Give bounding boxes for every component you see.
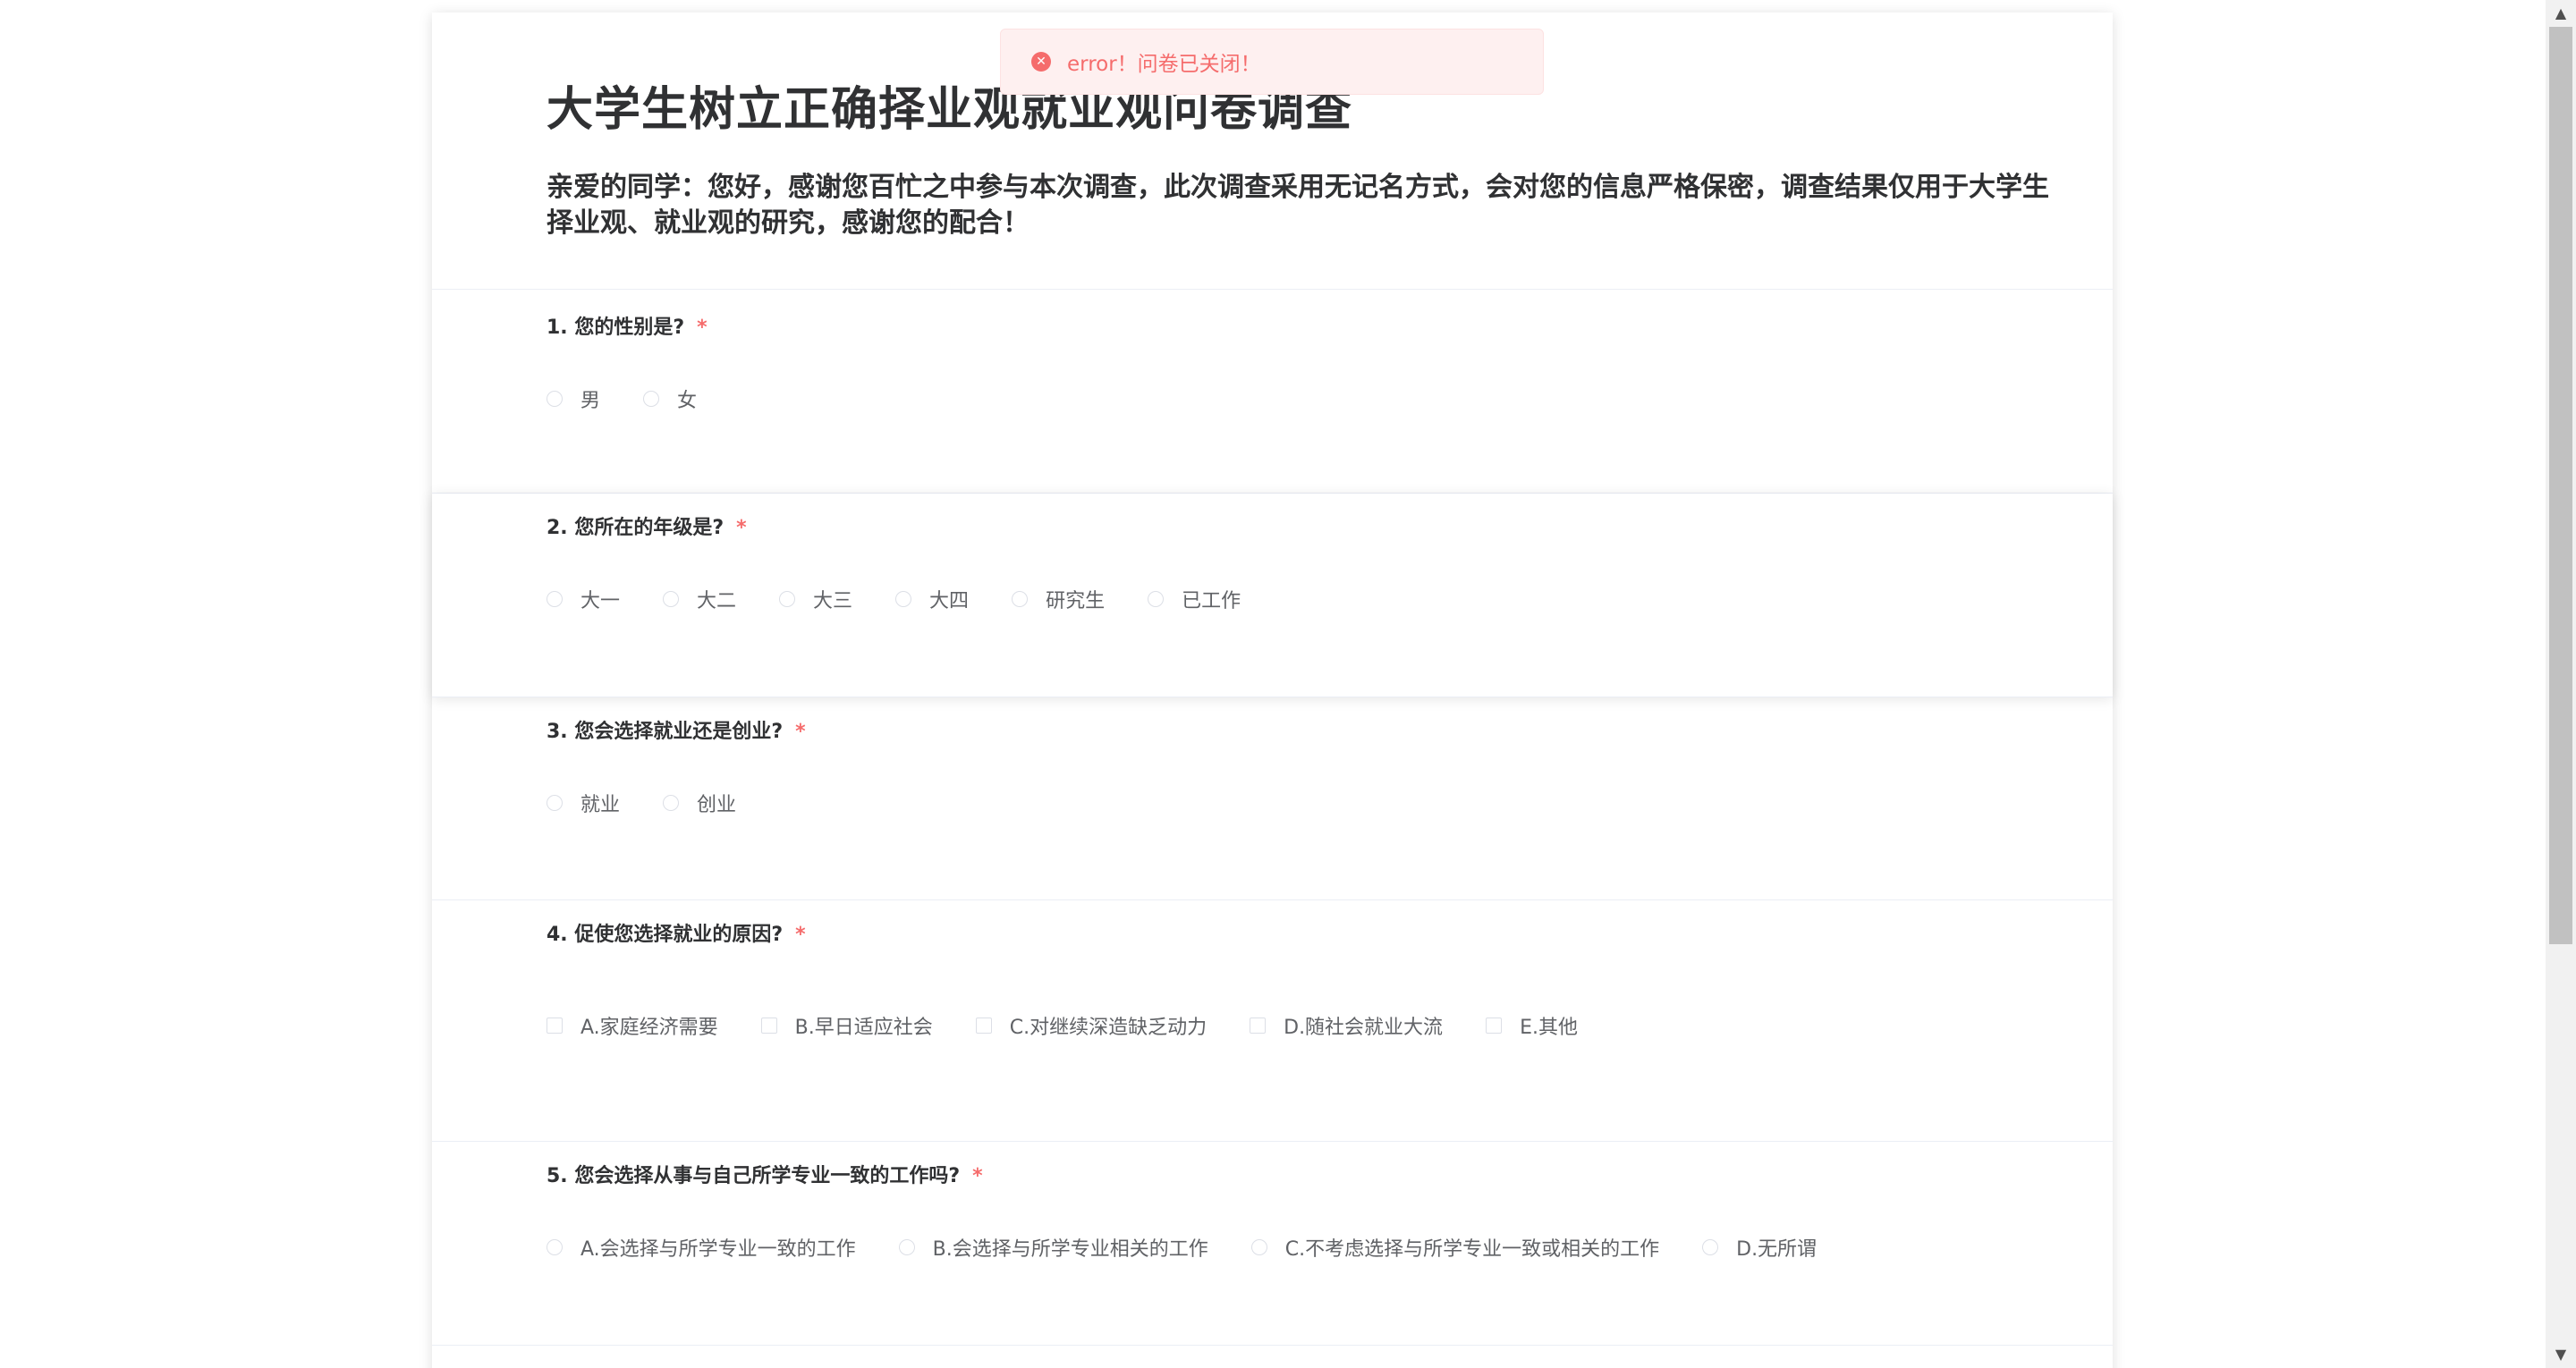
radio-button[interactable]	[663, 591, 680, 607]
survey-description: 亲爱的同学：您好，感谢您百忙之中参与本次调查，此次调查采用无记名方式，会对您的信…	[547, 172, 2049, 239]
radio-button[interactable]	[1250, 1239, 1267, 1255]
option-reason-d[interactable]: D.随社会就业大流	[1250, 1011, 1443, 1040]
option-major-b[interactable]: B.会选择与所学专业相关的工作	[898, 1233, 1208, 1262]
scrollbar-thumb[interactable]	[2549, 27, 2572, 944]
option-employed[interactable]: 已工作	[1148, 585, 1241, 613]
radio-button[interactable]	[547, 795, 563, 811]
checkbox[interactable]	[1250, 1018, 1267, 1034]
option-major-d[interactable]: D.无所谓	[1702, 1233, 1817, 1262]
required-mark: *	[736, 517, 747, 539]
option-reason-c[interactable]: C.对继续深造缺乏动力	[975, 1011, 1207, 1040]
radio-button[interactable]	[779, 591, 796, 607]
checkbox[interactable]	[975, 1018, 992, 1034]
option-employment[interactable]: 就业	[547, 789, 620, 817]
question-title: 4. 促使您选择就业的原因? *	[547, 924, 806, 946]
checkbox[interactable]	[1486, 1018, 1503, 1034]
option-female[interactable]: 女	[643, 384, 697, 413]
option-reason-e[interactable]: E.其他	[1486, 1011, 1578, 1040]
question-title: 2. 您所在的年级是? *	[547, 517, 747, 539]
radio-button[interactable]	[898, 1239, 915, 1255]
radio-button[interactable]	[1148, 591, 1165, 607]
question-title: 5. 您会选择从事与自己所学专业一致的工作吗? *	[547, 1165, 983, 1187]
question-title: 1. 您的性别是? *	[547, 317, 708, 339]
option-group: A.会选择与所学专业一致的工作 B.会选择与所学专业相关的工作 C.不考虑选择与…	[547, 1233, 1860, 1262]
radio-button[interactable]	[547, 391, 563, 407]
required-mark: *	[972, 1165, 983, 1187]
option-major-a[interactable]: A.会选择与所学专业一致的工作	[547, 1233, 856, 1262]
question-2: 2. 您所在的年级是? * 大一 大二 大三 大四 研究生 已工作	[432, 494, 2113, 697]
radio-button[interactable]	[547, 591, 563, 607]
radio-button[interactable]	[663, 795, 680, 811]
page: 大学生树立正确择业观就业观问卷调查 亲爱的同学：您好，感谢您百忙之中参与本次调查…	[0, 0, 2576, 1368]
option-grade-3[interactable]: 大三	[779, 585, 852, 613]
option-group: 大一 大二 大三 大四 研究生 已工作	[547, 585, 1284, 613]
checkbox[interactable]	[547, 1018, 563, 1034]
radio-button[interactable]	[895, 591, 912, 607]
option-reason-a[interactable]: A.家庭经济需要	[547, 1011, 718, 1040]
question-3: 3. 您会选择就业还是创业? * 就业 创业	[432, 697, 2113, 900]
error-toast: ✕ error！问卷已关闭！	[1000, 29, 1544, 95]
required-mark: *	[697, 317, 708, 339]
radio-button[interactable]	[643, 391, 660, 407]
error-circle-icon: ✕	[1031, 52, 1051, 72]
vertical-scrollbar[interactable]: ▲ ▼	[2546, 0, 2576, 1368]
question-4: 4. 促使您选择就业的原因? * A.家庭经济需要 B.早日适应社会 C.对继续深…	[432, 900, 2113, 1142]
question-title: 3. 您会选择就业还是创业? *	[547, 721, 806, 743]
toast-message: error！问卷已关闭！	[1067, 53, 1261, 76]
option-grade-1[interactable]: 大一	[547, 585, 620, 613]
option-grade-4[interactable]: 大四	[895, 585, 969, 613]
option-grade-2[interactable]: 大二	[663, 585, 736, 613]
option-group: A.家庭经济需要 B.早日适应社会 C.对继续深造缺乏动力 D.随社会就业大流 …	[547, 1011, 1621, 1040]
option-group: 男 女	[547, 384, 740, 413]
option-male[interactable]: 男	[547, 384, 600, 413]
option-reason-b[interactable]: B.早日适应社会	[760, 1011, 933, 1040]
option-entrepreneurship[interactable]: 创业	[663, 789, 736, 817]
scroll-down-arrow-icon[interactable]: ▼	[2546, 1341, 2576, 1368]
radio-button[interactable]	[1012, 591, 1029, 607]
scroll-up-arrow-icon[interactable]: ▲	[2546, 0, 2576, 27]
required-mark: *	[795, 924, 806, 946]
radio-button[interactable]	[547, 1239, 563, 1255]
checkbox[interactable]	[760, 1018, 777, 1034]
option-group: 就业 创业	[547, 789, 779, 817]
required-mark: *	[795, 721, 806, 743]
option-graduate[interactable]: 研究生	[1012, 585, 1105, 613]
survey-card: 大学生树立正确择业观就业观问卷调查 亲爱的同学：您好，感谢您百忙之中参与本次调查…	[432, 13, 2113, 1368]
question-5: 5. 您会选择从事与自己所学专业一致的工作吗? * A.会选择与所学专业一致的工作…	[432, 1142, 2113, 1346]
option-major-c[interactable]: C.不考虑选择与所学专业一致或相关的工作	[1250, 1233, 1659, 1262]
radio-button[interactable]	[1702, 1239, 1719, 1255]
question-1: 1. 您的性别是? * 男 女	[432, 290, 2113, 494]
